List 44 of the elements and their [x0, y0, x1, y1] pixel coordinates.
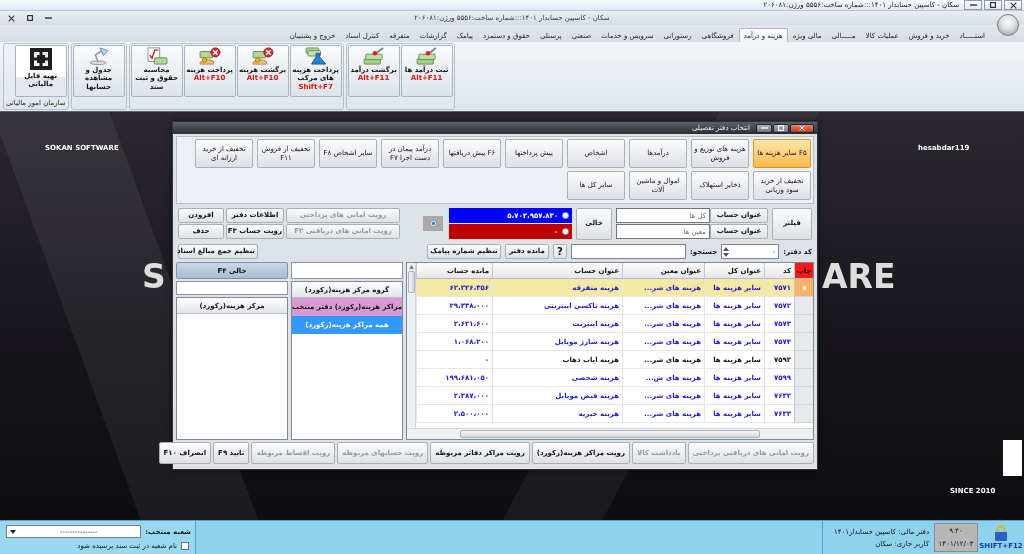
radio-option[interactable]	[423, 216, 443, 231]
desk-lamp-icon	[87, 47, 110, 65]
cash-cancel-icon	[251, 47, 274, 65]
minimize-button[interactable]	[964, 0, 982, 10]
maximize-button[interactable]	[773, 123, 789, 133]
up-arrow-icon[interactable]	[408, 265, 414, 269]
close-button[interactable]	[790, 123, 814, 133]
cash-stack-icon	[362, 47, 385, 65]
formula-sheet-icon	[145, 47, 168, 65]
restore-button[interactable]	[984, 0, 1002, 10]
maximize-icon	[778, 125, 784, 131]
emblem-icon	[28, 47, 53, 71]
close-button[interactable]	[1004, 0, 1022, 10]
checkbox[interactable]	[181, 542, 189, 550]
row-selector[interactable]	[794, 279, 813, 297]
lock-icon	[994, 525, 1008, 541]
scroll-thumb[interactable]	[407, 271, 415, 293]
close-icon	[1009, 1, 1017, 9]
logo-text: S	[142, 260, 166, 293]
blank-panel	[1003, 440, 1022, 476]
arrow-icon	[802, 284, 806, 291]
vertical-scrollbar[interactable]	[407, 263, 416, 428]
cash-stack-icon	[415, 47, 438, 65]
input-field[interactable]	[291, 262, 403, 279]
radio-icon[interactable]	[562, 212, 569, 219]
minimize-icon	[969, 4, 977, 6]
logo-text: ARE	[822, 260, 896, 293]
caret-icon	[10, 529, 16, 534]
cash-cancel-icon	[198, 47, 221, 65]
close-icon	[799, 125, 805, 131]
help-button[interactable]: ?	[553, 244, 567, 259]
restore-icon	[990, 2, 996, 8]
spinner-icon[interactable]	[723, 245, 730, 258]
scroll-thumb[interactable]	[460, 430, 760, 438]
minimize-icon	[760, 127, 768, 129]
flask-cash-icon	[304, 47, 327, 65]
minimize-button[interactable]	[756, 123, 772, 133]
restore-icon[interactable]	[27, 15, 33, 21]
horizontal-scrollbar[interactable]	[407, 428, 813, 439]
close-icon[interactable]	[8, 14, 15, 22]
radio-icon[interactable]	[429, 220, 437, 227]
search-field[interactable]	[571, 244, 686, 259]
input-field[interactable]	[176, 281, 288, 295]
radio-icon[interactable]	[562, 228, 569, 235]
